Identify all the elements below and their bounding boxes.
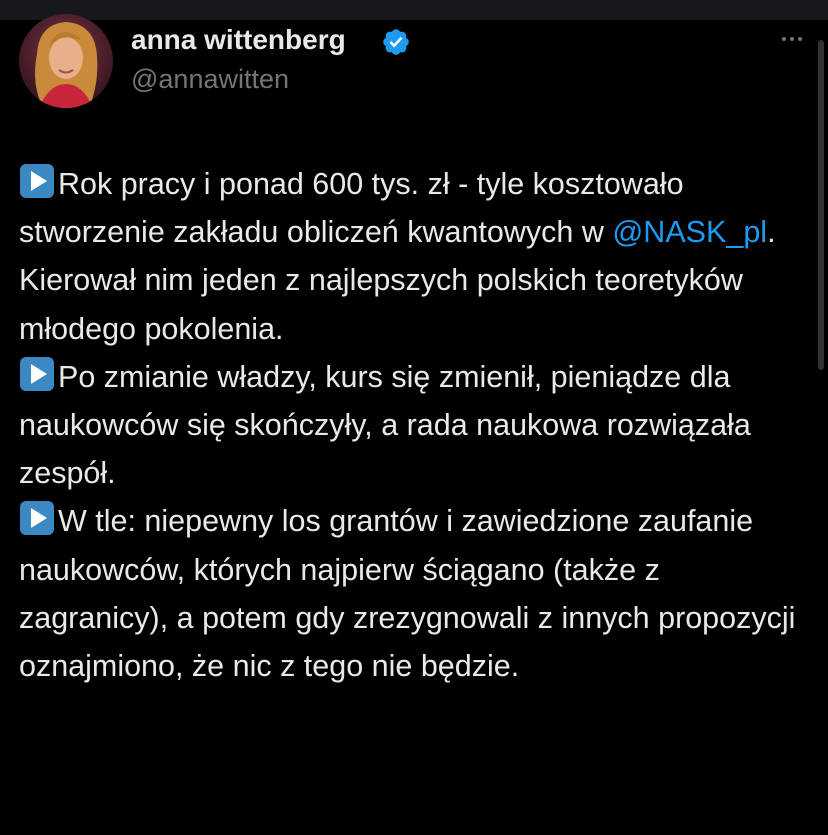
author-display-name[interactable]: anna wittenberg xyxy=(131,24,346,56)
avatar[interactable] xyxy=(19,14,113,108)
more-options-button[interactable] xyxy=(772,24,812,54)
dot-icon xyxy=(798,37,802,41)
tweet-paragraph: W tle: niepewny los grantów i zawiedzion… xyxy=(19,497,809,690)
scrollbar[interactable] xyxy=(818,40,824,370)
paragraph-text: W tle: niepewny los grantów i zawiedzion… xyxy=(19,504,796,684)
verified-badge-icon xyxy=(383,29,409,55)
avatar-photo xyxy=(19,14,113,108)
paragraph-text: Rok pracy i ponad 600 tys. zł - tyle kos… xyxy=(19,167,684,250)
mention-link-nask[interactable]: @NASK_pl xyxy=(612,215,767,249)
dot-icon xyxy=(790,37,794,41)
play-button-emoji-icon xyxy=(19,356,55,392)
play-button-emoji-icon xyxy=(19,163,55,199)
author-handle[interactable]: @annawitten xyxy=(131,64,289,95)
paragraph-text: Po zmianie władzy, kurs się zmienił, pie… xyxy=(19,359,751,491)
top-bar-edge xyxy=(0,0,828,20)
tweet-paragraph: Rok pracy i ponad 600 tys. zł - tyle kos… xyxy=(19,160,809,353)
play-button-emoji-icon xyxy=(19,500,55,536)
tweet-paragraph: Po zmianie władzy, kurs się zmienił, pie… xyxy=(19,353,809,498)
dot-icon xyxy=(782,37,786,41)
tweet-text: Rok pracy i ponad 600 tys. zł - tyle kos… xyxy=(19,160,809,690)
